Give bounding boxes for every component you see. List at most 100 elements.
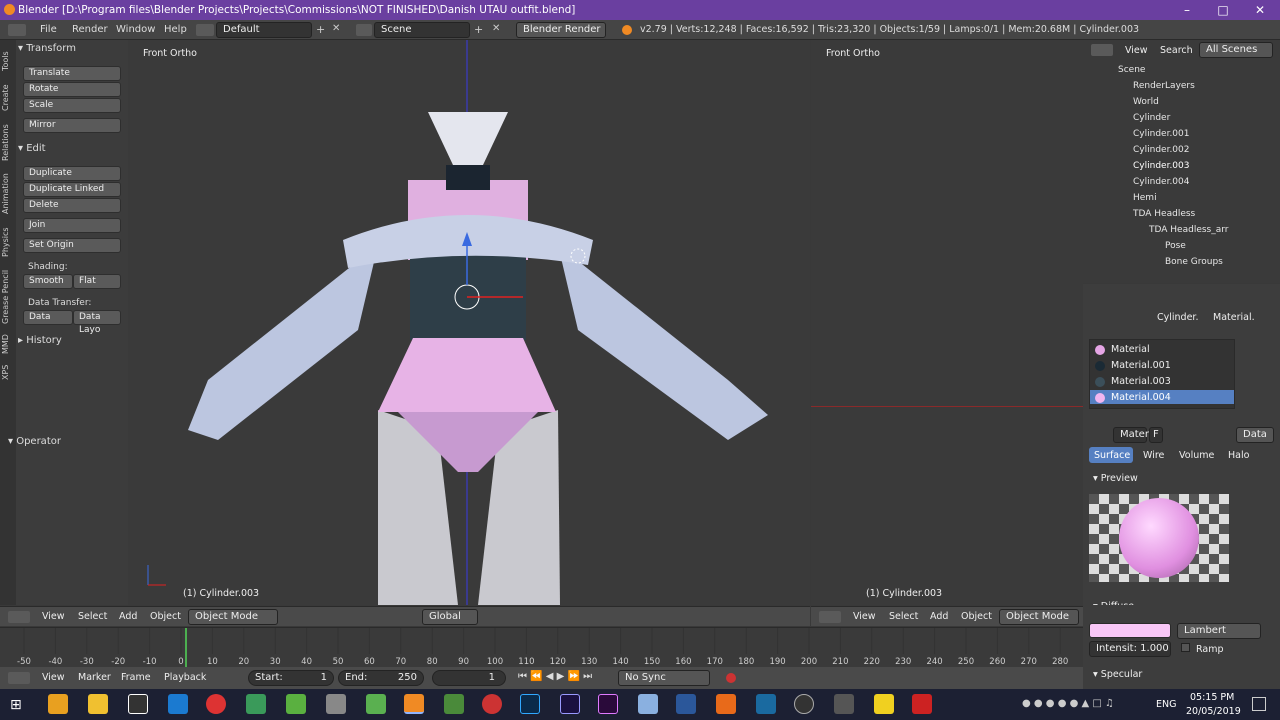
layout-close-icon[interactable]: ✕ xyxy=(332,23,340,34)
taskbar-app-icon[interactable] xyxy=(326,694,346,714)
system-tray-icons[interactable]: ● ● ● ● ● ▲ □ ♫ xyxy=(1022,698,1114,709)
menu-file[interactable]: File xyxy=(40,20,57,40)
material-slot[interactable]: Material.003 xyxy=(1095,376,1171,387)
outliner-row-cylinder-001[interactable]: Cylinder.001 xyxy=(1133,126,1189,142)
tab-relations[interactable]: Relations xyxy=(1,120,15,166)
outliner-search-menu[interactable]: Search xyxy=(1160,45,1193,56)
data-layout-button[interactable]: Data Layo xyxy=(73,310,121,335)
timeline[interactable]: -50 -40 -30 -20 -10 0 10 20 30 40 50 60 70 80 90 100 110… xyxy=(0,627,1083,668)
start-frame-field[interactable]: Start: 1 xyxy=(248,670,334,686)
file-explorer-icon[interactable] xyxy=(88,694,108,714)
render-engine-select[interactable]: Blender Render xyxy=(516,22,606,38)
record-icon[interactable] xyxy=(726,673,736,683)
mode-select[interactable]: Object Mode xyxy=(188,609,278,625)
outliner-type-icon[interactable] xyxy=(1091,44,1113,56)
viewport-right[interactable]: Front Ortho (1) Cylinder.003 xyxy=(811,40,1083,605)
outliner-row-world[interactable]: World xyxy=(1133,94,1159,110)
menu-view[interactable]: View xyxy=(853,611,876,622)
diffuse-shader-select[interactable]: Lambert xyxy=(1177,623,1261,639)
transform-panel-header[interactable]: ▾ Transform xyxy=(18,41,122,57)
after-effects-icon[interactable] xyxy=(560,694,580,714)
menu-marker[interactable]: Marker xyxy=(78,672,111,683)
tab-halo[interactable]: Halo xyxy=(1228,450,1249,461)
tab-wire[interactable]: Wire xyxy=(1143,450,1164,461)
scale-button[interactable]: Scale xyxy=(23,98,121,113)
tab-grease-pencil[interactable]: Grease Pencil xyxy=(1,266,15,328)
fake-user-button[interactable]: F xyxy=(1149,427,1163,443)
smooth-button[interactable]: Smooth xyxy=(23,274,73,289)
translate-button[interactable]: Translate xyxy=(23,66,121,81)
close-button[interactable]: ✕ xyxy=(1245,0,1275,20)
set-origin-dropdown[interactable]: Set Origin xyxy=(23,238,121,253)
rotate-button[interactable]: Rotate xyxy=(23,82,121,97)
menu-frame[interactable]: Frame xyxy=(121,672,151,683)
tab-create[interactable]: Create xyxy=(1,80,15,116)
menu-select[interactable]: Select xyxy=(889,611,918,622)
menu-view[interactable]: View xyxy=(42,611,65,622)
menu-playback[interactable]: Playback xyxy=(164,672,206,683)
taskbar-app-icon[interactable] xyxy=(444,694,464,714)
specular-header[interactable]: ▾ Specular xyxy=(1093,669,1142,680)
current-frame-field[interactable]: 1 xyxy=(432,670,506,686)
editor-type-icon[interactable] xyxy=(8,24,26,36)
layout-grid-icon[interactable] xyxy=(196,24,214,36)
material-slot[interactable]: Material.001 xyxy=(1095,360,1171,371)
menu-object[interactable]: Object xyxy=(150,611,181,622)
taskbar-app-icon[interactable] xyxy=(638,694,658,714)
ramp-checkbox[interactable]: Ramp xyxy=(1181,643,1224,655)
taskbar-app-icon[interactable] xyxy=(756,694,776,714)
taskbar-app-icon[interactable] xyxy=(286,694,306,714)
layout-field[interactable]: Default xyxy=(216,22,312,38)
tab-animation[interactable]: Animation xyxy=(1,170,15,218)
join-button[interactable]: Join xyxy=(23,218,121,233)
material-name-field[interactable]: Materi xyxy=(1113,427,1152,443)
taskbar-app-icon[interactable] xyxy=(128,694,148,714)
preview-header[interactable]: ▾ Preview xyxy=(1093,473,1138,484)
taskbar-app-icon[interactable] xyxy=(168,694,188,714)
outliner-view-menu[interactable]: View xyxy=(1125,45,1148,56)
diffuse-color-swatch[interactable] xyxy=(1089,623,1171,638)
menu-select[interactable]: Select xyxy=(78,611,107,622)
tab-tools[interactable]: Tools xyxy=(1,46,15,76)
breadcrumb-object[interactable]: Cylinder. xyxy=(1157,312,1198,323)
operator-panel-header[interactable]: ▾ Operator xyxy=(8,434,112,450)
chrome-icon[interactable] xyxy=(206,694,226,714)
scene-field[interactable]: Scene xyxy=(374,22,470,38)
editor-type-icon[interactable] xyxy=(8,611,30,623)
menu-object[interactable]: Object xyxy=(961,611,992,622)
intensity-field[interactable]: Intensit: 1.000 xyxy=(1089,641,1171,657)
outliner-row-bone-groups[interactable]: Bone Groups xyxy=(1165,254,1223,270)
taskbar-app-icon[interactable] xyxy=(366,694,386,714)
menu-window[interactable]: Window xyxy=(116,20,155,40)
word-icon[interactable] xyxy=(676,694,696,714)
breadcrumb-material[interactable]: Material. xyxy=(1213,312,1255,323)
current-frame-indicator[interactable] xyxy=(185,628,187,668)
outliner-row-cylinder-004[interactable]: Cylinder.004 xyxy=(1133,174,1189,190)
minimize-button[interactable]: – xyxy=(1172,0,1202,20)
blender-taskbar-icon[interactable] xyxy=(404,694,424,714)
taskbar-app-icon[interactable] xyxy=(716,694,736,714)
maximize-button[interactable]: □ xyxy=(1208,0,1238,20)
sync-select[interactable]: No Sync xyxy=(618,670,710,686)
editor-type-icon[interactable] xyxy=(819,611,841,623)
outliner-row-pose[interactable]: Pose xyxy=(1165,238,1186,254)
outliner-row-cylinder-003[interactable]: Cylinder.003 xyxy=(1133,158,1189,174)
menu-add[interactable]: Add xyxy=(930,611,948,622)
tab-mmd[interactable]: MMD xyxy=(1,332,15,356)
menu-help[interactable]: Help xyxy=(164,20,187,40)
edit-panel-header[interactable]: ▾ Edit xyxy=(18,141,122,157)
outliner-row-cylinder[interactable]: Cylinder xyxy=(1133,110,1170,126)
viewport-left[interactable]: Front Ortho (1) Cylinder.003 xyxy=(128,40,810,605)
menu-view[interactable]: View xyxy=(42,672,65,683)
end-frame-field[interactable]: End: 250 xyxy=(338,670,424,686)
playback-controls[interactable]: ⏮ ⏪ ◀ ▶ ⏩ ⏭ xyxy=(518,671,592,682)
taskbar-app-icon[interactable] xyxy=(246,694,266,714)
history-panel-header[interactable]: ▸ History xyxy=(18,333,122,349)
mode-select[interactable]: Object Mode xyxy=(999,609,1079,625)
mirror-button[interactable]: Mirror xyxy=(23,118,121,133)
data-button[interactable]: Data xyxy=(23,310,73,325)
tab-volume[interactable]: Volume xyxy=(1179,450,1214,461)
notifications-icon[interactable] xyxy=(1252,697,1266,711)
flat-button[interactable]: Flat xyxy=(73,274,121,289)
taskbar-time[interactable]: 05:15 PM xyxy=(1190,692,1234,703)
